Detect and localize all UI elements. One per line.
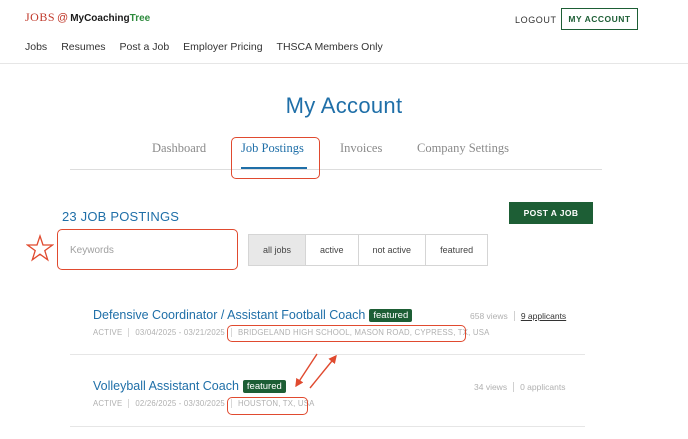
- job-status: ACTIVE: [93, 328, 123, 337]
- job-filter-group: all jobs active not active featured: [248, 234, 489, 266]
- meta-divider: [230, 399, 232, 408]
- nav-jobs[interactable]: Jobs: [25, 41, 47, 53]
- tab-invoices[interactable]: Invoices: [340, 141, 382, 156]
- job-title-link[interactable]: Defensive Coordinator / Assistant Footba…: [93, 308, 365, 322]
- nav-resumes[interactable]: Resumes: [61, 41, 105, 53]
- my-account-button[interactable]: MY ACCOUNT: [561, 8, 638, 30]
- logo-brand-text: MyCoaching: [70, 13, 130, 24]
- post-a-job-button[interactable]: POST A JOB: [509, 202, 593, 224]
- logo-jobs-text: JOBS: [25, 10, 56, 24]
- featured-badge: featured: [242, 379, 286, 393]
- job-applicants-link[interactable]: 9 applicants: [521, 311, 566, 321]
- logo-at-text: @: [57, 12, 69, 24]
- meta-divider: [230, 328, 232, 337]
- filter-all-jobs[interactable]: all jobs: [249, 235, 307, 265]
- job-status: ACTIVE: [93, 399, 123, 408]
- stats-divider: [513, 311, 515, 321]
- job-applicants-link[interactable]: 0 applicants: [520, 382, 565, 392]
- job-location: BRIDGELAND HIGH SCHOOL, MASON ROAD, CYPR…: [237, 328, 490, 337]
- account-tabs: Dashboard Job Postings Invoices Company …: [70, 140, 602, 170]
- filter-active[interactable]: active: [306, 235, 359, 265]
- star-annotation-icon: [26, 234, 54, 262]
- job-views: 34 views: [474, 382, 508, 392]
- site-logo[interactable]: JOBS @ MyCoachingTree: [25, 10, 150, 25]
- annotation-arrows-icon: [295, 353, 337, 389]
- job-dates: 03/04/2025 - 03/21/2025: [135, 328, 225, 337]
- nav-post-a-job[interactable]: Post a Job: [120, 41, 170, 53]
- filter-not-active[interactable]: not active: [358, 235, 427, 265]
- logout-link[interactable]: LOGOUT: [515, 15, 557, 25]
- tab-company-settings[interactable]: Company Settings: [417, 141, 509, 156]
- tab-dashboard[interactable]: Dashboard: [152, 141, 206, 156]
- filter-featured[interactable]: featured: [426, 235, 488, 265]
- main-nav: Jobs Resumes Post a Job Employer Pricing…: [25, 41, 383, 53]
- featured-badge: featured: [369, 308, 413, 322]
- active-tab-underline: [241, 167, 307, 169]
- top-bar: JOBS @ MyCoachingTree LOGOUT MY ACCOUNT Jo…: [0, 0, 688, 64]
- nav-employer-pricing[interactable]: Employer Pricing: [183, 41, 262, 53]
- postings-count: 23 JOB POSTINGS: [62, 209, 180, 224]
- job-title-link[interactable]: Volleyball Assistant Coach: [93, 379, 239, 393]
- meta-divider: [128, 399, 130, 408]
- job-views: 658 views: [470, 311, 508, 321]
- job-location: HOUSTON, TX, USA: [237, 399, 315, 408]
- job-dates: 02/26/2025 - 03/30/2025: [135, 399, 225, 408]
- keywords-search-input[interactable]: [62, 234, 232, 266]
- nav-thsca-members[interactable]: THSCA Members Only: [277, 41, 383, 53]
- stats-divider: [513, 382, 515, 392]
- page-title: My Account: [285, 93, 403, 118]
- tab-job-postings[interactable]: Job Postings: [241, 141, 304, 156]
- meta-divider: [128, 328, 130, 337]
- logo-tree-text: Tree: [129, 13, 151, 24]
